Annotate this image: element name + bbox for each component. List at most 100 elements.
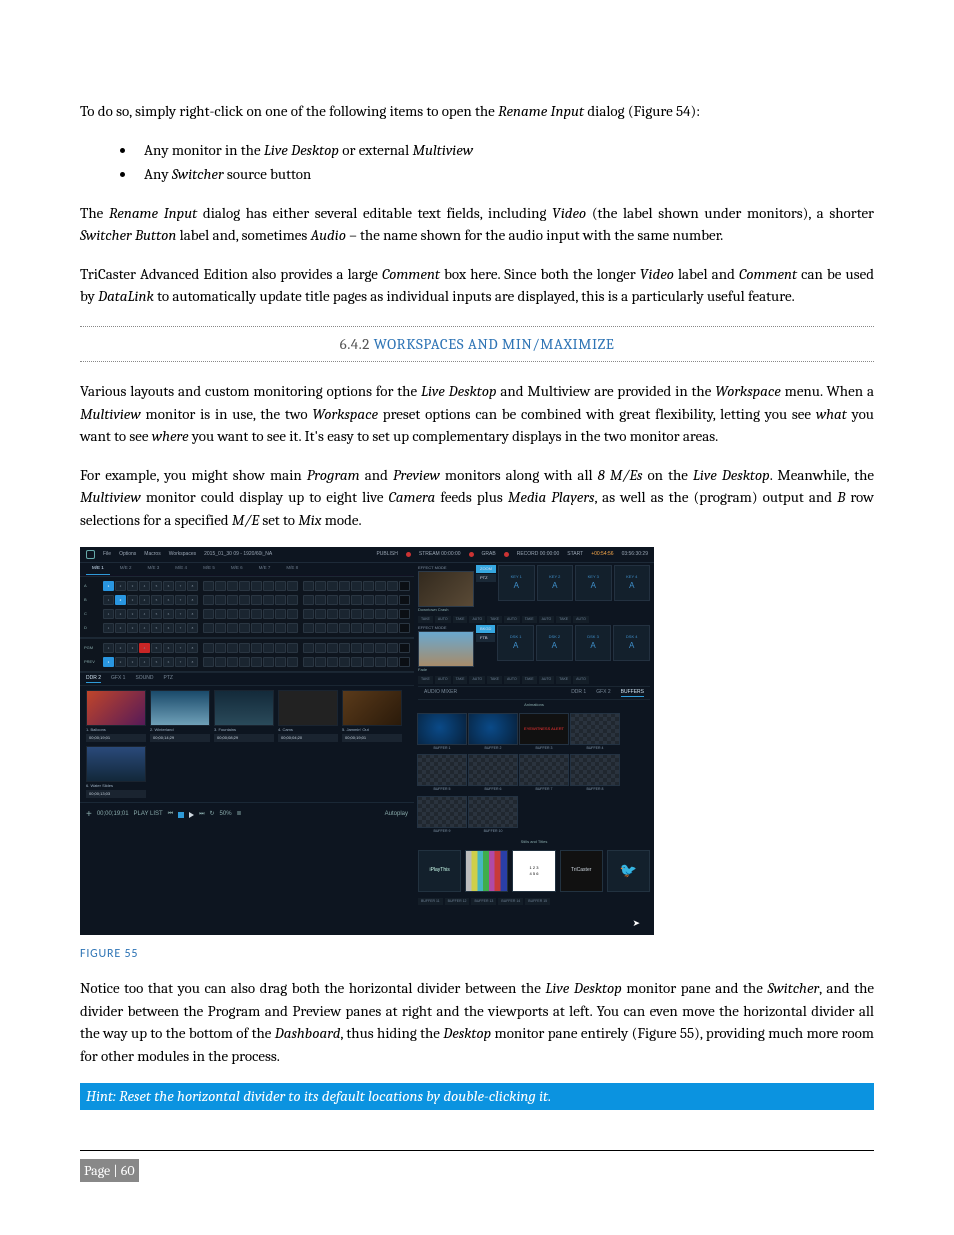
list-icon[interactable]: ≣ xyxy=(237,810,242,819)
source-button[interactable] xyxy=(263,595,274,605)
source-button[interactable] xyxy=(399,609,410,619)
source-button[interactable] xyxy=(275,581,286,591)
source-button[interactable] xyxy=(339,595,350,605)
auto-button[interactable]: AUTO xyxy=(539,676,555,683)
source-button[interactable]: 6 xyxy=(163,623,174,633)
menu-options[interactable]: Options xyxy=(119,551,136,559)
buffer-10[interactable]: BUFFER 10 xyxy=(469,796,517,834)
source-button[interactable]: 2 xyxy=(115,657,126,667)
buffer-8[interactable]: BUFFER 8 xyxy=(571,754,619,792)
source-button[interactable]: 2 xyxy=(115,581,126,591)
source-button[interactable] xyxy=(287,623,298,633)
source-button[interactable] xyxy=(327,609,338,619)
source-button[interactable]: 2 xyxy=(115,643,126,653)
auto-button[interactable]: AUTO xyxy=(469,616,485,623)
source-button[interactable] xyxy=(363,623,374,633)
source-button[interactable]: 7 xyxy=(175,643,186,653)
key1-card[interactable]: KEY 1A xyxy=(498,565,535,601)
source-button[interactable] xyxy=(227,595,238,605)
source-button[interactable] xyxy=(275,623,286,633)
source-button[interactable] xyxy=(327,595,338,605)
source-button[interactable]: 8 xyxy=(187,657,198,667)
source-button[interactable] xyxy=(287,609,298,619)
auto-button[interactable]: AUTO xyxy=(504,616,520,623)
menu-workspaces[interactable]: Workspaces xyxy=(169,551,196,559)
grab-label[interactable]: GRAB xyxy=(482,551,496,559)
source-button[interactable]: 1 xyxy=(103,581,114,591)
source-button[interactable] xyxy=(399,595,410,605)
source-button[interactable] xyxy=(339,643,350,653)
source-button[interactable] xyxy=(227,609,238,619)
clip-thumbnail[interactable]: 6. Water Slides00;00;13;03 xyxy=(86,746,146,798)
source-button[interactable] xyxy=(303,609,314,619)
source-button[interactable]: 5 xyxy=(151,609,162,619)
dsk2-card[interactable]: DSK 2A xyxy=(536,625,573,661)
source-button[interactable] xyxy=(363,657,374,667)
zoom-button[interactable]: ZOOM xyxy=(476,565,496,573)
source-button[interactable] xyxy=(287,581,298,591)
menu-file[interactable]: File xyxy=(103,551,111,559)
source-button[interactable] xyxy=(303,657,314,667)
clip-thumbnail[interactable]: 1. Balloons00;00;19;01 xyxy=(86,690,146,742)
auto-button[interactable]: AUTO xyxy=(435,676,451,683)
tricaster-card[interactable]: TriCaster xyxy=(560,850,603,892)
source-button[interactable]: 3 xyxy=(127,657,138,667)
take-button[interactable]: TAKE xyxy=(453,616,468,623)
buffer-5[interactable]: BUFFER 5 xyxy=(418,754,466,792)
stream-label[interactable]: STREAM 00:00:00 xyxy=(419,551,461,559)
source-button[interactable] xyxy=(387,643,398,653)
source-button[interactable] xyxy=(239,581,250,591)
source-button[interactable]: 1 xyxy=(103,623,114,633)
source-button[interactable] xyxy=(399,581,410,591)
source-button[interactable] xyxy=(263,643,274,653)
clip-thumbnail[interactable]: 2. Winterland00;00;14;29 xyxy=(150,690,210,742)
source-button[interactable] xyxy=(251,595,262,605)
tab-sound[interactable]: SOUND xyxy=(135,675,153,684)
tab-me7[interactable]: M/E 7 xyxy=(253,563,277,575)
source-button[interactable] xyxy=(351,643,362,653)
source-button[interactable] xyxy=(251,657,262,667)
source-button[interactable] xyxy=(363,581,374,591)
take-button[interactable]: TAKE xyxy=(418,616,433,623)
source-button[interactable] xyxy=(375,581,386,591)
auto-button[interactable]: AUTO xyxy=(539,616,555,623)
source-button[interactable] xyxy=(263,657,274,667)
numbers-card[interactable]: 1 2 34 5 6 xyxy=(512,850,555,892)
source-button[interactable]: 3 xyxy=(127,581,138,591)
publish-label[interactable]: PUBLISH xyxy=(376,551,397,559)
play-icon[interactable] xyxy=(189,812,194,818)
add-clip-button[interactable]: + xyxy=(86,807,92,822)
source-button[interactable]: 4 xyxy=(139,595,150,605)
source-button[interactable] xyxy=(215,581,226,591)
take-button[interactable]: TAKE xyxy=(556,676,571,683)
effect-preview[interactable] xyxy=(418,571,474,607)
tab-gfx1[interactable]: GFX 1 xyxy=(111,675,125,684)
source-button[interactable] xyxy=(227,581,238,591)
buffer-2[interactable]: BUFFER 2 xyxy=(469,713,517,751)
source-button[interactable]: 5 xyxy=(151,657,162,667)
tab-me8[interactable]: M/E 8 xyxy=(280,563,304,575)
take-button[interactable]: TAKE xyxy=(487,616,502,623)
source-button[interactable]: 3 xyxy=(127,623,138,633)
playlist-label[interactable]: PLAY LIST xyxy=(134,810,163,819)
source-button[interactable] xyxy=(339,657,350,667)
source-button[interactable]: 7 xyxy=(175,581,186,591)
source-button[interactable] xyxy=(215,643,226,653)
tab-me4[interactable]: M/E 4 xyxy=(169,563,193,575)
source-button[interactable] xyxy=(215,623,226,633)
source-button[interactable] xyxy=(203,623,214,633)
source-button[interactable]: 4 xyxy=(139,643,150,653)
source-button[interactable] xyxy=(375,595,386,605)
menu-macros[interactable]: Macros xyxy=(144,551,160,559)
bkgd-preview[interactable] xyxy=(418,631,474,667)
source-button[interactable]: 8 xyxy=(187,623,198,633)
source-button[interactable] xyxy=(363,643,374,653)
source-button[interactable] xyxy=(251,581,262,591)
buffer-9[interactable]: BUFFER 9 xyxy=(418,796,466,834)
source-button[interactable] xyxy=(351,623,362,633)
source-button[interactable] xyxy=(287,657,298,667)
auto-button[interactable]: AUTO xyxy=(435,616,451,623)
source-button[interactable] xyxy=(399,643,410,653)
source-button[interactable]: 4 xyxy=(139,581,150,591)
source-button[interactable]: 5 xyxy=(151,595,162,605)
